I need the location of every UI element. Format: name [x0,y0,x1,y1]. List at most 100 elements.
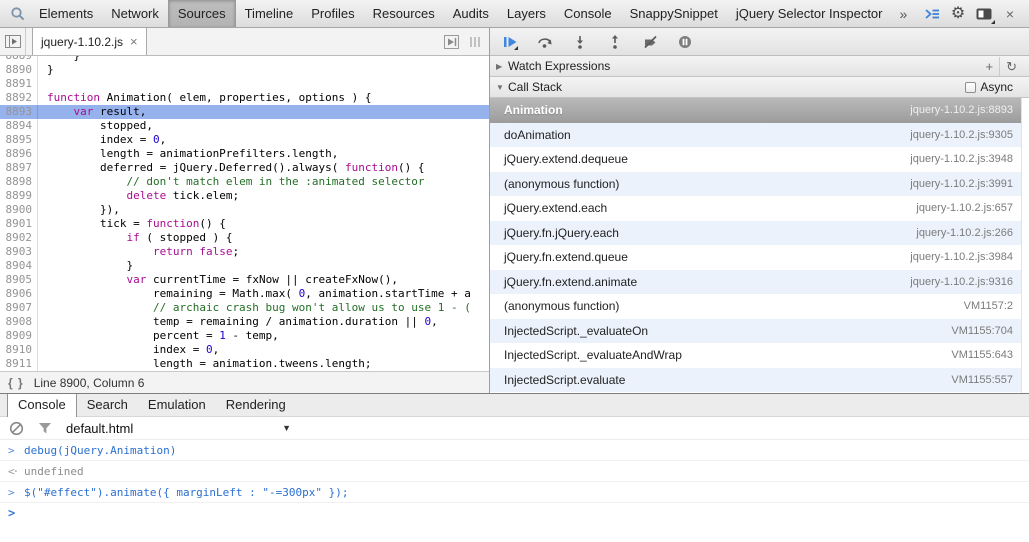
panel-tab-sources[interactable]: Sources [168,0,236,27]
file-tab-jquery[interactable]: jquery-1.10.2.js × [32,28,147,55]
call-stack-header[interactable]: ▼ Call Stack Async [490,77,1029,98]
close-devtools-button[interactable]: × [997,2,1023,26]
line-number[interactable]: 8892 [0,91,38,105]
panel-tab-jquery-selector-inspector[interactable]: jQuery Selector Inspector [727,0,892,27]
line-number[interactable]: 8891 [0,77,38,91]
inspect-element-button[interactable] [6,2,30,26]
frame-source-location[interactable]: jquery-1.10.2.js:266 [916,227,1015,239]
step-over-button[interactable] [535,32,555,52]
settings-button[interactable]: ⚙ [945,2,971,26]
frame-source-location[interactable]: VM1155:643 [951,349,1015,361]
clear-console-button[interactable] [9,421,24,436]
frame-source-location[interactable]: jquery-1.10.2.js:8893 [910,104,1015,116]
pause-on-exceptions-button[interactable] [675,32,695,52]
line-number[interactable]: 8894 [0,119,38,133]
step-into-button[interactable] [570,32,590,52]
panel-tab-resources[interactable]: Resources [364,0,444,27]
frame-function-name: InjectedScript._evaluateOn [504,324,648,338]
line-number[interactable]: 8901 [0,217,38,231]
line-number[interactable]: 8906 [0,287,38,301]
code-line: 8902 if ( stopped ) { [0,231,489,245]
step-out-button[interactable] [605,32,625,52]
console-output[interactable]: >debug(jQuery.Animation)<·undefined>$("#… [0,440,1029,510]
resume-button[interactable] [500,32,520,52]
call-stack-frame[interactable]: InjectedScript.evaluateVM1155:557 [490,368,1029,393]
frame-source-location[interactable]: VM1155:704 [951,325,1015,337]
watch-expressions-header[interactable]: ▶ Watch Expressions + ↻ [490,56,1029,77]
line-number[interactable]: 8889 [0,56,38,63]
line-number[interactable]: 8890 [0,63,38,77]
call-stack-frame[interactable]: jQuery.fn.extend.animatejquery-1.10.2.js… [490,270,1029,295]
line-number[interactable]: 8902 [0,231,38,245]
line-number[interactable]: 8908 [0,315,38,329]
call-stack-frame[interactable]: jQuery.fn.jQuery.eachjquery-1.10.2.js:26… [490,221,1029,246]
call-stack-frame[interactable]: (anonymous function)VM1157:2 [490,294,1029,319]
line-number[interactable]: 8897 [0,161,38,175]
frame-source-location[interactable]: VM1157:2 [964,300,1015,312]
panel-tab-snappysnippet[interactable]: SnappySnippet [621,0,727,27]
pretty-print-button[interactable]: { } [8,376,24,390]
execution-context-selector[interactable]: default.html ▼ [66,421,291,436]
refresh-watch-button[interactable]: ↻ [999,57,1023,76]
dock-side-button[interactable] [971,2,997,26]
frame-source-location[interactable]: jquery-1.10.2.js:3984 [910,251,1015,263]
call-stack-frame[interactable]: jQuery.extend.dequeuejquery-1.10.2.js:39… [490,147,1029,172]
drawer-tab-console[interactable]: Console [7,394,77,417]
panel-tab-audits[interactable]: Audits [444,0,498,27]
deactivate-breakpoints-button[interactable] [640,32,660,52]
add-watch-button[interactable]: + [980,57,1000,76]
panel-tab-elements[interactable]: Elements [30,0,102,27]
async-toggle[interactable]: Async [965,80,1023,94]
filter-button[interactable] [38,422,52,435]
line-number[interactable]: 8899 [0,189,38,203]
panel-tab-console[interactable]: Console [555,0,621,27]
frame-source-location[interactable]: jquery-1.10.2.js:657 [916,202,1015,214]
frame-source-location[interactable]: jquery-1.10.2.js:9316 [910,276,1015,288]
frame-source-location[interactable]: jquery-1.10.2.js:3948 [910,153,1015,165]
line-number[interactable]: 8910 [0,343,38,357]
panel-tab-layers[interactable]: Layers [498,0,555,27]
tab-close-icon[interactable]: × [130,35,138,48]
gear-icon: ⚙ [951,6,965,22]
toggle-drawer-button[interactable] [919,2,945,26]
call-stack-frame[interactable]: InjectedScript._evaluateAndWrapVM1155:64… [490,343,1029,368]
async-checkbox[interactable] [965,82,976,93]
line-number[interactable]: 8904 [0,259,38,273]
show-navigator-button[interactable] [0,28,26,55]
call-stack-frame[interactable]: (anonymous function)jquery-1.10.2.js:399… [490,172,1029,197]
line-number[interactable]: 8895 [0,133,38,147]
drawer-tab-emulation[interactable]: Emulation [138,394,216,416]
line-number[interactable]: 8907 [0,301,38,315]
call-stack-frame[interactable]: Animationjquery-1.10.2.js:8893 [490,98,1029,123]
frame-source-location[interactable]: jquery-1.10.2.js:9305 [910,129,1015,141]
debugger-toolbar [490,28,1029,56]
tab-overflow-chevron[interactable]: » [892,6,916,22]
line-number[interactable]: 8898 [0,175,38,189]
frame-source-location[interactable]: VM1155:557 [951,374,1015,386]
run-snippet-button[interactable] [444,35,461,49]
code-editor[interactable]: 8889 }8890}88918892function Animation( e… [0,56,489,371]
async-label: Async [980,80,1013,94]
panel-layout-icon[interactable] [469,36,481,48]
line-number[interactable]: 8900 [0,203,38,217]
call-stack-frame[interactable]: jQuery.fn.extend.queuejquery-1.10.2.js:3… [490,245,1029,270]
line-number[interactable]: 8903 [0,245,38,259]
panel-tab-timeline[interactable]: Timeline [236,0,303,27]
call-stack-frame[interactable]: InjectedScript._evaluateOn VM1155:704 [490,319,1029,344]
line-number[interactable]: 8905 [0,273,38,287]
line-number[interactable]: 8893 [0,105,38,119]
drawer-tab-search[interactable]: Search [77,394,138,416]
code-text: delete tick.elem; [38,189,239,203]
line-number[interactable]: 8896 [0,147,38,161]
call-stack-frame[interactable]: doAnimationjquery-1.10.2.js:9305 [490,123,1029,148]
console-entry-prompt[interactable]: > [0,503,1029,510]
drawer-tab-rendering[interactable]: Rendering [216,394,296,416]
frame-source-location[interactable]: jquery-1.10.2.js:3991 [910,178,1015,190]
line-number[interactable]: 8909 [0,329,38,343]
call-stack-frame[interactable]: jQuery.extend.eachjquery-1.10.2.js:657 [490,196,1029,221]
panel-tab-profiles[interactable]: Profiles [302,0,363,27]
line-number[interactable]: 8911 [0,357,38,371]
code-line: 8900 }), [0,203,489,217]
panel-tab-network[interactable]: Network [102,0,168,27]
pause-on-exceptions-icon [678,35,692,49]
